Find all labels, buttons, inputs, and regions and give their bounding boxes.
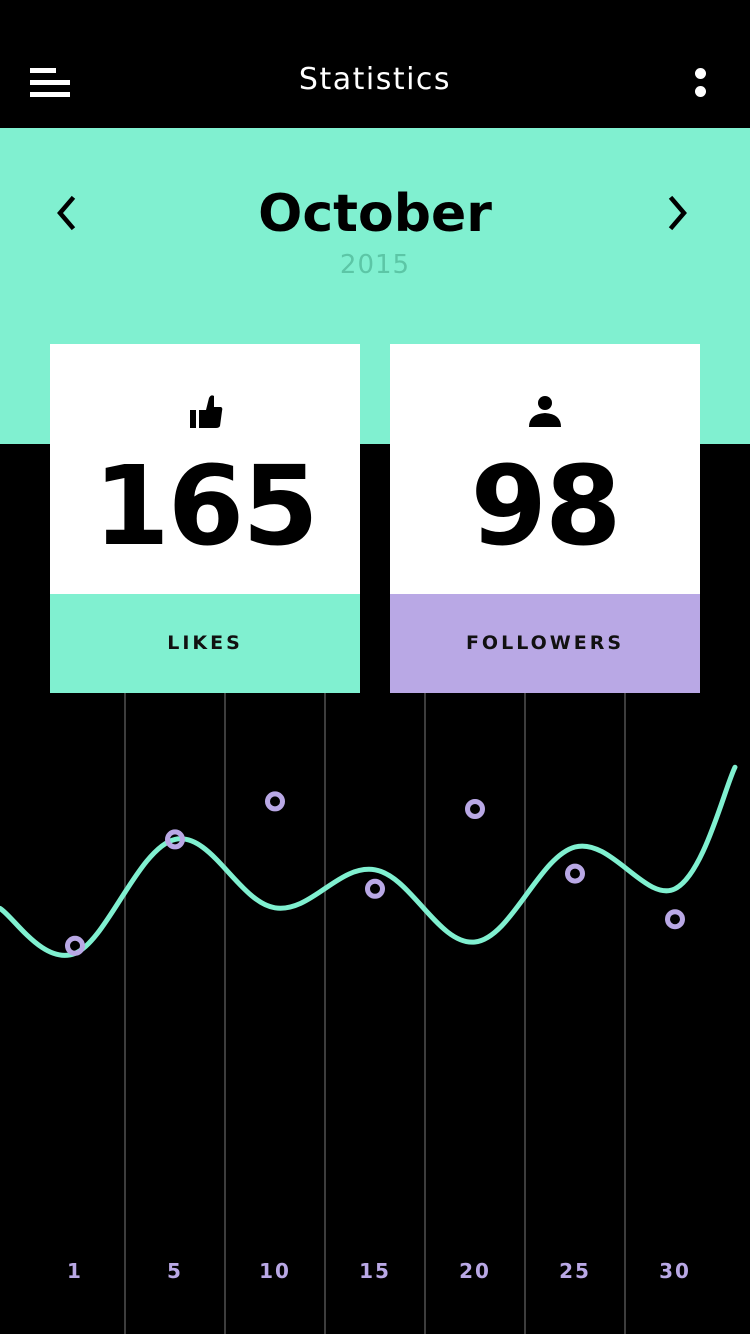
thumbs-up-icon <box>190 395 223 428</box>
x-tick-label: 25 <box>559 1259 591 1283</box>
likes-label: LIKES <box>50 594 360 693</box>
followers-data-point[interactable] <box>665 909 685 930</box>
person-icon <box>529 396 561 427</box>
x-tick-label: 10 <box>259 1259 291 1283</box>
x-tick-label: 20 <box>459 1259 491 1283</box>
followers-data-point[interactable] <box>65 935 85 956</box>
x-tick-label: 15 <box>359 1259 391 1283</box>
x-tick-label: 5 <box>167 1259 183 1283</box>
followers-data-point[interactable] <box>565 863 585 884</box>
x-tick-label: 1 <box>67 1259 83 1283</box>
more-vertical-icon[interactable] <box>688 66 714 102</box>
followers-data-point[interactable] <box>365 878 385 899</box>
month-label: October <box>258 184 492 244</box>
likes-card[interactable]: 165 LIKES <box>50 344 360 693</box>
app-header: Statistics <box>0 0 750 128</box>
followers-data-point[interactable] <box>265 791 285 812</box>
year-label: 2015 <box>339 250 411 280</box>
x-tick-label: 30 <box>659 1259 691 1283</box>
likes-count: 165 <box>93 442 319 570</box>
followers-count: 98 <box>470 442 621 570</box>
page-title: Statistics <box>298 62 452 97</box>
statistics-chart: 1 5 10 15 20 25 30 <box>0 693 738 1334</box>
followers-card[interactable]: 98 FOLLOWERS <box>390 344 700 693</box>
followers-data-point[interactable] <box>465 799 485 819</box>
followers-label: FOLLOWERS <box>390 594 700 693</box>
chevron-right-icon[interactable] <box>660 195 696 231</box>
